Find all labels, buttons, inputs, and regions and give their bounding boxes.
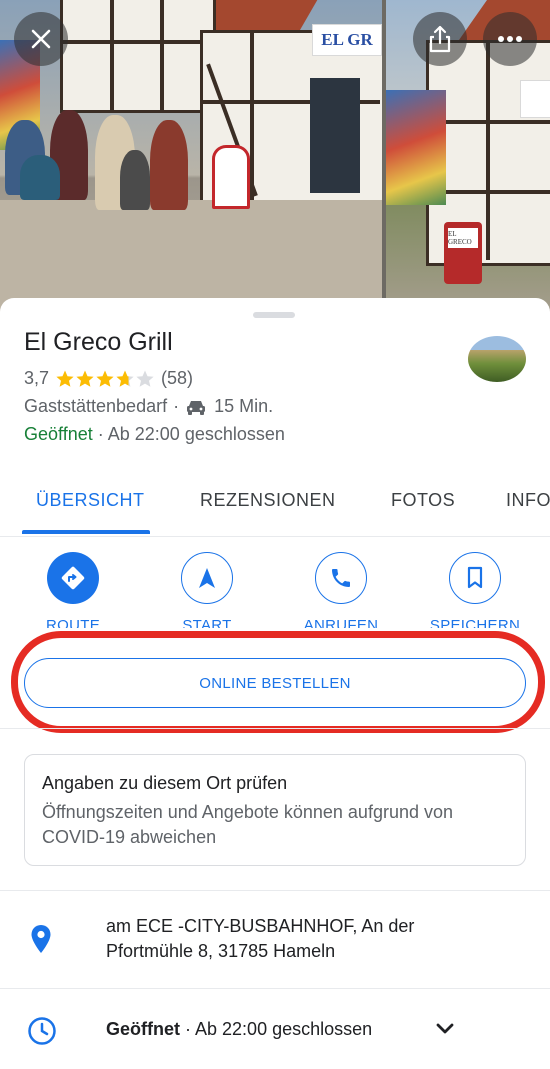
rating-value: 3,7	[24, 368, 50, 388]
covid-notice-card[interactable]: Angaben zu diesem Ort prüfen Öffnungszei…	[24, 754, 526, 866]
address-line-2: Pfortmühle 8, 31785 Hameln	[106, 941, 336, 961]
rating-row[interactable]: 3,7 (58)	[24, 368, 193, 389]
place-sheet: El Greco Grill 3,7 (58) Gaststättenbedar…	[0, 298, 550, 1069]
notice-title: Angaben zu diesem Ort prüfen	[42, 773, 288, 793]
divider	[0, 890, 550, 891]
online-order-label: ONLINE BESTELLEN	[199, 674, 351, 692]
tab-bar: ÜBERSICHT REZENSIONEN FOTOS INFO	[0, 470, 550, 537]
start-button[interactable]: START	[152, 552, 262, 628]
directions-icon	[61, 566, 85, 590]
save-button[interactable]: SPEICHERN	[420, 552, 530, 628]
open-status-row: Geöffnet · Ab 22:00 geschlossen	[24, 424, 285, 445]
start-label: START	[182, 617, 232, 628]
address-row[interactable]: am ECE -CITY-BUSBAHNHOF, An der Pfortmüh…	[0, 910, 550, 982]
call-button[interactable]: ANRUFEN	[286, 552, 396, 628]
rating-stars	[55, 369, 155, 389]
star-icon	[135, 369, 155, 389]
bookmark-icon	[467, 566, 483, 589]
chevron-down-icon[interactable]	[436, 1023, 454, 1035]
open-status: Geöffnet	[24, 424, 93, 444]
divider	[0, 728, 550, 729]
restaurant-sign: EL GR	[312, 24, 382, 56]
location-pin-icon	[31, 925, 51, 953]
hours-status: Geöffnet	[106, 1019, 180, 1039]
menu-board: EL GRECO	[448, 228, 478, 248]
photo-carousel[interactable]: EL GR EL GRECO	[0, 0, 550, 318]
divider	[0, 988, 550, 989]
review-count: (58)	[161, 368, 194, 388]
navigation-icon	[199, 568, 215, 588]
phone-icon	[332, 569, 350, 587]
place-name: El Greco Grill	[24, 328, 173, 356]
more-button[interactable]	[483, 12, 537, 66]
address-line-1: am ECE -CITY-BUSBAHNHOF, An der	[106, 916, 415, 936]
place-category: Gaststättenbedarf	[24, 396, 168, 416]
star-icon	[95, 369, 115, 389]
tab-photos[interactable]: FOTOS	[391, 490, 455, 511]
tab-info[interactable]: INFO	[506, 490, 550, 511]
more-icon	[498, 36, 522, 42]
car-icon	[187, 400, 206, 415]
call-label: ANRUFEN	[303, 617, 379, 628]
tab-reviews[interactable]: REZENSIONEN	[200, 490, 336, 511]
hours-row[interactable]: Geöffnet · Ab 22:00 geschlossen	[0, 1006, 550, 1056]
clock-icon	[28, 1017, 56, 1045]
online-order-button[interactable]: ONLINE BESTELLEN	[24, 658, 526, 708]
category-row: Gaststättenbedarf · 15 Min.	[24, 396, 273, 417]
active-tab-indicator	[22, 530, 150, 534]
close-icon	[31, 29, 51, 49]
separator: ·	[173, 396, 180, 416]
star-icon	[115, 369, 135, 389]
star-icon	[75, 369, 95, 389]
share-icon	[429, 25, 451, 53]
route-label: ROUTE	[46, 617, 100, 628]
close-button[interactable]	[14, 12, 68, 66]
place-thumbnail[interactable]	[468, 336, 526, 382]
hours-text: · Ab 22:00 geschlossen	[185, 1019, 373, 1039]
route-button[interactable]: ROUTE	[18, 552, 128, 628]
closing-time: · Ab 22:00 geschlossen	[97, 424, 285, 444]
drag-handle[interactable]	[253, 312, 295, 318]
notice-text: Öffnungszeiten und Angebote können aufgr…	[42, 802, 454, 847]
star-icon	[55, 369, 75, 389]
drive-time: 15 Min.	[214, 396, 274, 416]
save-label: SPEICHERN	[429, 617, 521, 628]
tab-overview[interactable]: ÜBERSICHT	[36, 490, 145, 511]
share-button[interactable]	[413, 12, 467, 66]
